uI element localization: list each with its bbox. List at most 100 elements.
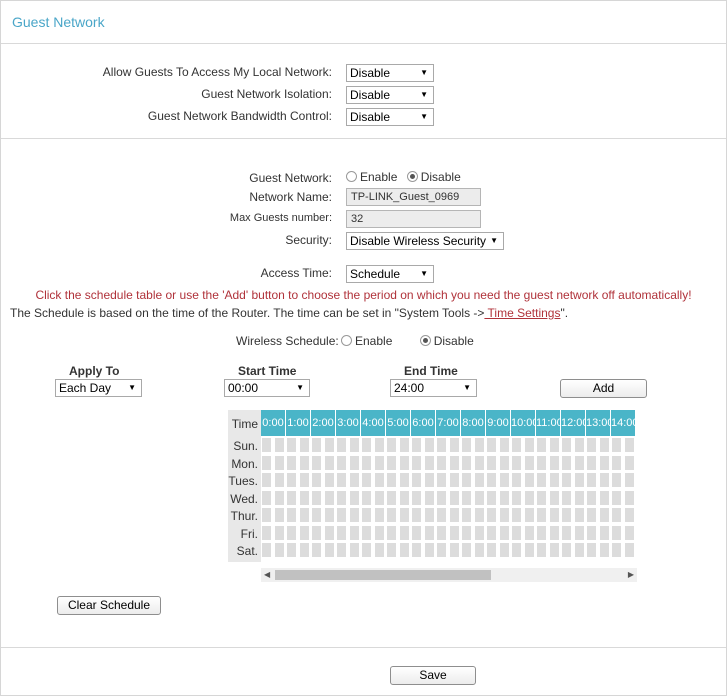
schedule-cell[interactable] xyxy=(598,524,610,541)
schedule-cell[interactable] xyxy=(473,454,485,471)
schedule-cell[interactable] xyxy=(436,542,447,558)
schedule-cell[interactable] xyxy=(423,454,435,471)
schedule-cell[interactable] xyxy=(611,489,622,506)
schedule-cell[interactable] xyxy=(498,489,510,506)
schedule-cell[interactable] xyxy=(461,507,472,523)
schedule-cell[interactable] xyxy=(523,489,535,506)
schedule-cell[interactable] xyxy=(386,437,397,453)
schedule-cell[interactable] xyxy=(461,454,472,471)
schedule-cell[interactable] xyxy=(273,472,285,488)
schedule-cell[interactable] xyxy=(623,507,635,523)
schedule-cell[interactable] xyxy=(611,472,622,488)
schedule-cell[interactable] xyxy=(273,524,285,541)
schedule-cell[interactable] xyxy=(323,454,335,471)
schedule-cell[interactable] xyxy=(548,507,560,523)
schedule-cell[interactable] xyxy=(611,524,622,541)
schedule-cell[interactable] xyxy=(348,524,360,541)
schedule-cell[interactable] xyxy=(436,472,447,488)
schedule-cell[interactable] xyxy=(423,489,435,506)
schedule-cell[interactable] xyxy=(286,542,297,558)
apply-to-select[interactable]: Each Day ▼ xyxy=(55,379,142,397)
schedule-cell[interactable] xyxy=(623,454,635,471)
schedule-cell[interactable] xyxy=(398,542,410,558)
security-select[interactable]: Disable Wireless Security ▼ xyxy=(346,232,504,250)
schedule-cell[interactable] xyxy=(386,524,397,541)
schedule-cell[interactable] xyxy=(411,454,422,471)
schedule-cell[interactable] xyxy=(511,507,522,523)
schedule-cell[interactable] xyxy=(348,489,360,506)
schedule-cell[interactable] xyxy=(548,524,560,541)
schedule-cell[interactable] xyxy=(511,524,522,541)
schedule-disable-radio[interactable] xyxy=(419,335,431,346)
schedule-cell[interactable] xyxy=(573,524,585,541)
isolation-select[interactable]: Disable ▼ xyxy=(346,86,434,104)
schedule-cell[interactable] xyxy=(373,454,385,471)
schedule-cell[interactable] xyxy=(373,437,385,453)
schedule-cell[interactable] xyxy=(448,524,460,541)
schedule-cell[interactable] xyxy=(586,542,597,558)
schedule-cell[interactable] xyxy=(486,542,497,558)
schedule-cell[interactable] xyxy=(461,524,472,541)
schedule-cell[interactable] xyxy=(286,524,297,541)
schedule-cell[interactable] xyxy=(311,542,322,558)
schedule-cell[interactable] xyxy=(361,507,372,523)
schedule-cell[interactable] xyxy=(573,437,585,453)
schedule-cell[interactable] xyxy=(536,524,547,541)
schedule-cell[interactable] xyxy=(536,454,547,471)
schedule-cell[interactable] xyxy=(298,524,310,541)
schedule-cell[interactable] xyxy=(411,524,422,541)
time-settings-link[interactable]: Time Settings xyxy=(484,306,561,320)
schedule-cell[interactable] xyxy=(548,489,560,506)
schedule-cell[interactable] xyxy=(561,524,572,541)
schedule-cell[interactable] xyxy=(261,542,272,558)
schedule-cell[interactable] xyxy=(461,489,472,506)
schedule-cell[interactable] xyxy=(498,472,510,488)
schedule-cell[interactable] xyxy=(611,507,622,523)
schedule-cell[interactable] xyxy=(511,454,522,471)
schedule-cell[interactable] xyxy=(398,507,410,523)
schedule-cell[interactable] xyxy=(273,437,285,453)
schedule-cell[interactable] xyxy=(448,437,460,453)
schedule-cell[interactable] xyxy=(436,489,447,506)
schedule-cell[interactable] xyxy=(498,437,510,453)
access-time-select[interactable]: Schedule ▼ xyxy=(346,265,434,283)
schedule-cell[interactable] xyxy=(386,507,397,523)
schedule-cell[interactable] xyxy=(598,542,610,558)
schedule-cell[interactable] xyxy=(273,489,285,506)
schedule-cell[interactable] xyxy=(348,437,360,453)
schedule-cell[interactable] xyxy=(373,524,385,541)
schedule-cell[interactable] xyxy=(523,454,535,471)
schedule-cell[interactable] xyxy=(336,454,347,471)
schedule-cell[interactable] xyxy=(361,454,372,471)
schedule-cell[interactable] xyxy=(311,472,322,488)
schedule-cell[interactable] xyxy=(486,437,497,453)
schedule-cell[interactable] xyxy=(536,472,547,488)
schedule-cell[interactable] xyxy=(536,542,547,558)
schedule-cell[interactable] xyxy=(411,472,422,488)
schedule-cell[interactable] xyxy=(398,454,410,471)
schedule-cell[interactable] xyxy=(448,472,460,488)
schedule-cell[interactable] xyxy=(311,524,322,541)
schedule-cell[interactable] xyxy=(536,507,547,523)
schedule-cell[interactable] xyxy=(373,472,385,488)
schedule-cell[interactable] xyxy=(311,489,322,506)
schedule-cell[interactable] xyxy=(373,507,385,523)
schedule-cell[interactable] xyxy=(436,507,447,523)
schedule-cell[interactable] xyxy=(523,437,535,453)
schedule-cell[interactable] xyxy=(598,454,610,471)
schedule-cell[interactable] xyxy=(311,507,322,523)
schedule-cell[interactable] xyxy=(348,472,360,488)
scroll-left-icon[interactable]: ◀ xyxy=(264,568,270,582)
schedule-cell[interactable] xyxy=(561,542,572,558)
schedule-cell[interactable] xyxy=(261,507,272,523)
schedule-cell[interactable] xyxy=(436,454,447,471)
schedule-cell[interactable] xyxy=(361,489,372,506)
clear-schedule-button[interactable]: Clear Schedule xyxy=(57,596,161,615)
schedule-cell[interactable] xyxy=(386,542,397,558)
schedule-cell[interactable] xyxy=(586,489,597,506)
schedule-cell[interactable] xyxy=(448,507,460,523)
schedule-cell[interactable] xyxy=(473,542,485,558)
schedule-cell[interactable] xyxy=(361,542,372,558)
add-button[interactable]: Add xyxy=(560,379,647,398)
schedule-cell[interactable] xyxy=(348,454,360,471)
